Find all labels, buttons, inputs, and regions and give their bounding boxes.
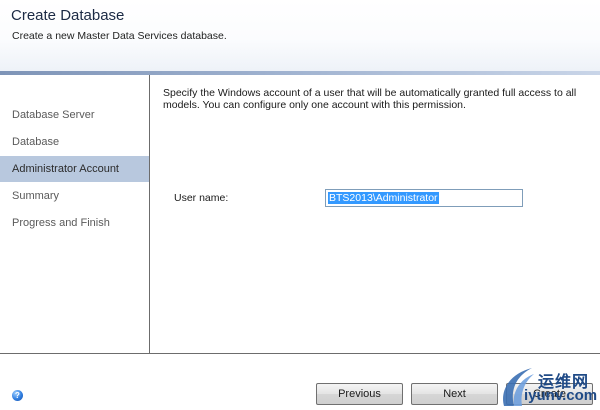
step-administrator-account[interactable]: Administrator Account xyxy=(0,156,149,182)
create-button[interactable]: Create xyxy=(506,383,593,405)
instructions-text: Specify the Windows account of a user th… xyxy=(163,87,577,111)
dialog-header: Create Database Create a new Master Data… xyxy=(0,0,600,71)
step-database-server[interactable]: Database Server xyxy=(0,102,149,128)
username-value: BTS2013\Administrator xyxy=(328,192,439,204)
dialog-title: Create Database xyxy=(11,7,125,24)
dialog-subtitle: Create a new Master Data Services databa… xyxy=(12,30,227,42)
step-label: Database xyxy=(12,136,60,148)
help-icon[interactable]: ? xyxy=(12,390,23,401)
step-label: Database Server xyxy=(12,109,95,121)
main-content: Specify the Windows account of a user th… xyxy=(150,75,600,353)
step-label: Administrator Account xyxy=(12,163,119,175)
step-label: Summary xyxy=(12,190,60,202)
step-progress-and-finish[interactable]: Progress and Finish xyxy=(0,210,149,236)
step-summary[interactable]: Summary xyxy=(0,183,149,209)
next-button[interactable]: Next xyxy=(411,383,498,405)
username-input[interactable]: BTS2013\Administrator xyxy=(325,189,523,207)
wizard-steps-sidebar: Database Server Database Administrator A… xyxy=(0,75,150,353)
step-database[interactable]: Database xyxy=(0,129,149,155)
previous-button[interactable]: Previous xyxy=(316,383,403,405)
username-label: User name: xyxy=(174,192,229,204)
step-label: Progress and Finish xyxy=(12,217,110,229)
